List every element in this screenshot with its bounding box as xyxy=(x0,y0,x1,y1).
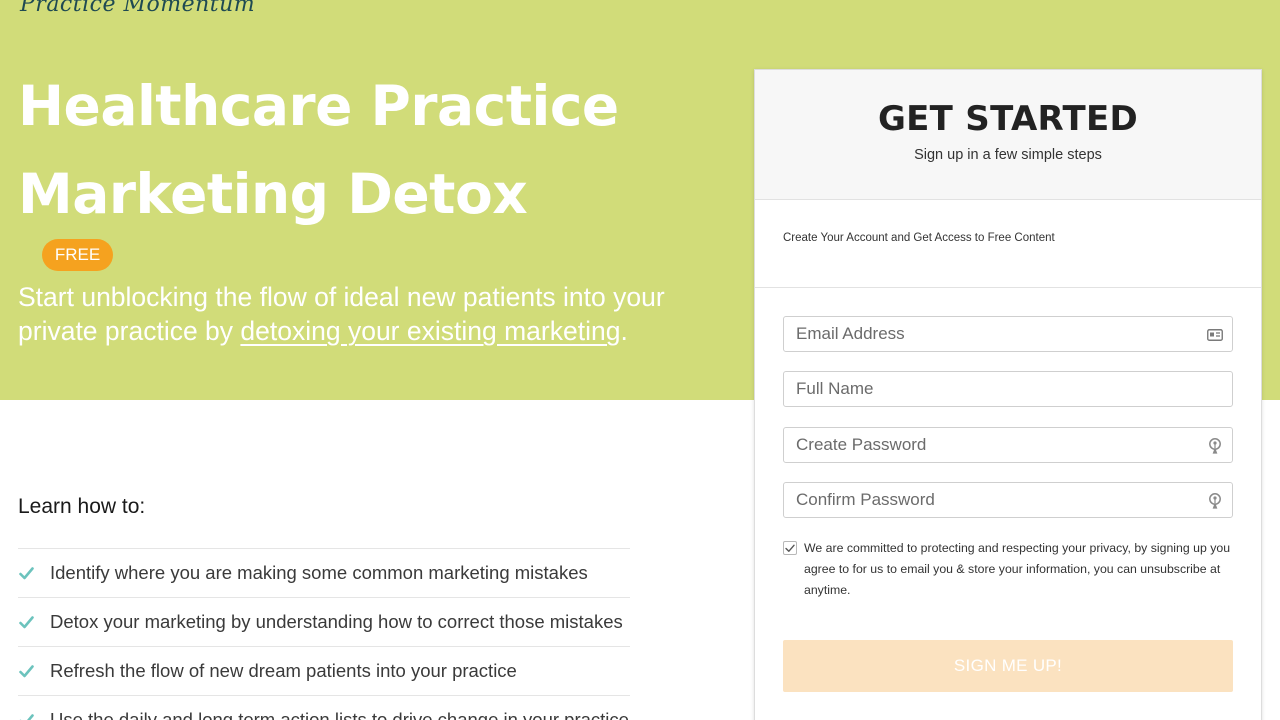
signup-card: GET STARTED Sign up in a few simple step… xyxy=(754,69,1262,720)
check-icon xyxy=(18,566,34,580)
check-icon xyxy=(18,713,34,720)
full-name-input[interactable] xyxy=(784,372,1232,406)
consent-text: We are committed to protecting and respe… xyxy=(804,541,1231,597)
list-item-label: Refresh the flow of new dream patients i… xyxy=(50,660,517,681)
free-badge: FREE xyxy=(42,239,113,271)
detox-marketing-link[interactable]: detoxing your existing marketing xyxy=(240,316,620,346)
signup-subtitle: Sign up in a few simple steps xyxy=(914,147,1102,163)
consent-checkbox[interactable] xyxy=(783,541,797,555)
learn-heading: Learn how to: xyxy=(18,495,146,518)
signup-title: GET STARTED xyxy=(877,99,1139,139)
hero-subtitle-suffix: . xyxy=(620,316,628,346)
signup-header: GET STARTED Sign up in a few simple step… xyxy=(755,70,1261,200)
list-item: Detox your marketing by understanding ho… xyxy=(18,597,630,646)
sign-me-up-button[interactable]: SIGN ME UP! xyxy=(783,640,1233,692)
email-field[interactable] xyxy=(783,316,1233,352)
email-input[interactable] xyxy=(784,317,1232,351)
list-item: Refresh the flow of new dream patients i… xyxy=(18,646,630,695)
check-icon xyxy=(18,664,34,678)
list-item: Identify where you are making some commo… xyxy=(18,548,630,597)
confirm-password-field[interactable] xyxy=(783,482,1233,518)
create-password-input[interactable] xyxy=(784,428,1232,462)
brand-logo[interactable]: Practice Momentum xyxy=(20,0,255,17)
landing-page: Practice Momentum Healthcare Practice Ma… xyxy=(0,0,1280,720)
confirm-password-input[interactable] xyxy=(784,483,1232,517)
contact-card-icon xyxy=(1207,327,1223,343)
list-item-label: Use the daily and long term action lists… xyxy=(50,709,629,720)
check-icon xyxy=(18,615,34,629)
key-icon xyxy=(1207,493,1223,509)
checkmark-icon xyxy=(785,544,795,552)
list-item: Use the daily and long term action lists… xyxy=(18,695,630,720)
hero-subtitle: Start unblocking the flow of ideal new p… xyxy=(18,280,738,348)
list-item-label: Detox your marketing by understanding ho… xyxy=(50,611,623,632)
create-password-field[interactable] xyxy=(783,427,1233,463)
privacy-consent: We are committed to protecting and respe… xyxy=(783,538,1233,601)
signup-description: Create Your Account and Get Access to Fr… xyxy=(755,200,1261,288)
list-item-label: Identify where you are making some commo… xyxy=(50,562,588,583)
learn-list: Identify where you are making some commo… xyxy=(18,548,630,720)
hero-title: Healthcare Practice Marketing Detox xyxy=(18,74,619,226)
key-icon xyxy=(1207,438,1223,454)
full-name-field[interactable] xyxy=(783,371,1233,407)
